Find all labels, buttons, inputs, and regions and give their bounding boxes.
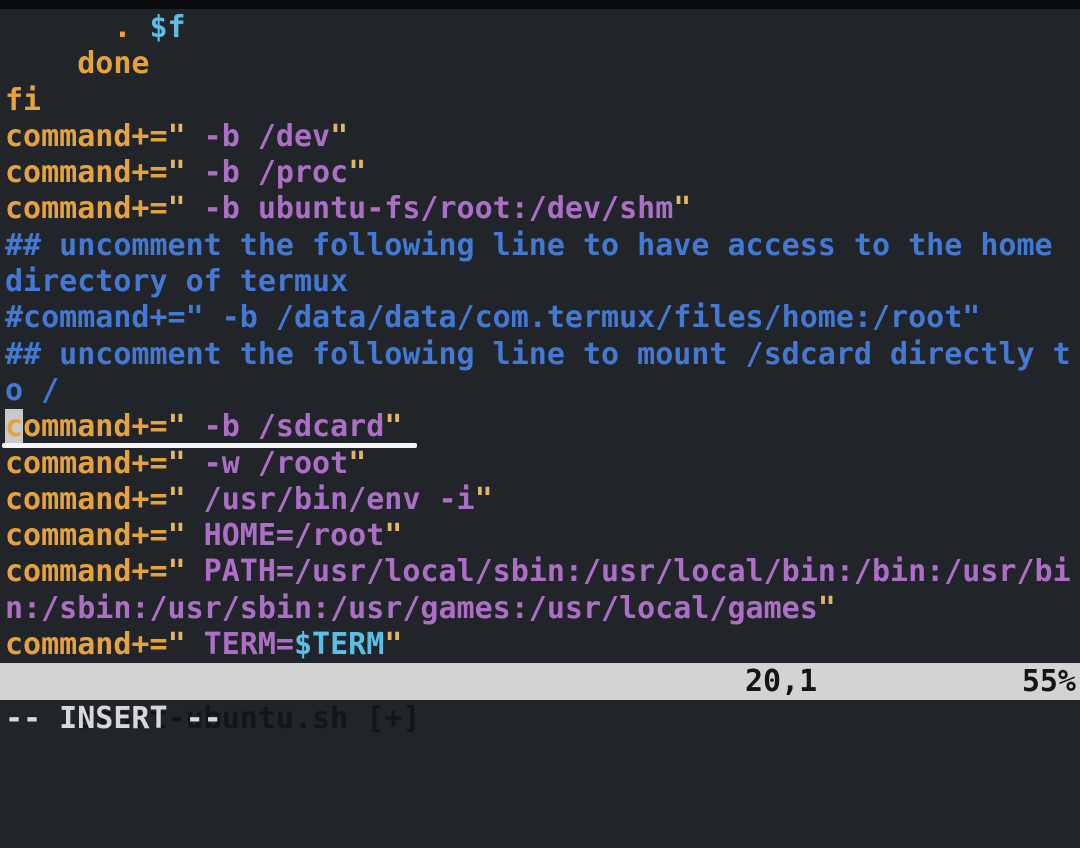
code-segment: PATH=/usr/local/sbin:/usr/local/bin:/bin… bbox=[186, 554, 1071, 589]
code-segment: " bbox=[168, 119, 186, 154]
code-segment: " bbox=[168, 518, 186, 553]
code-segment: " bbox=[168, 627, 186, 662]
code-segment: ## uncomment the following line to have … bbox=[5, 228, 1053, 263]
code-segment: command+= bbox=[5, 554, 168, 589]
code-segment: #command+=" -b /data/data/com.termux/fil… bbox=[5, 300, 980, 335]
code-segment bbox=[5, 46, 77, 81]
code-segment: $TERM bbox=[294, 627, 384, 662]
code-segment: o / bbox=[5, 373, 59, 408]
code-line[interactable]: command+=" -b /sdcard" bbox=[5, 409, 1080, 445]
code-line[interactable]: command+=" -b ubuntu-fs/root:/dev/shm" bbox=[5, 191, 1080, 227]
code-segment: " bbox=[384, 518, 402, 553]
code-line[interactable]: command+=" -b /proc" bbox=[5, 155, 1080, 191]
code-segment: fi bbox=[5, 83, 41, 118]
code-segment: " bbox=[384, 409, 402, 444]
code-line[interactable]: command+=" PATH=/usr/local/sbin:/usr/loc… bbox=[5, 554, 1080, 590]
code-line[interactable]: ## uncomment the following line to mount… bbox=[5, 337, 1080, 373]
code-segment: " bbox=[330, 119, 348, 154]
code-segment: " bbox=[384, 627, 402, 662]
code-segment: command+= bbox=[5, 627, 168, 662]
code-segment: TERM= bbox=[186, 627, 294, 662]
code-segment: " bbox=[348, 446, 366, 481]
code-line[interactable]: done bbox=[5, 46, 1080, 82]
statusline-percent: 55% bbox=[1022, 663, 1076, 700]
code-segment: command+= bbox=[5, 482, 168, 517]
code-line[interactable]: directory of termux bbox=[5, 264, 1080, 300]
code-segment: ommand+= bbox=[23, 409, 168, 444]
code-segment: " bbox=[475, 482, 493, 517]
code-line[interactable]: . $f bbox=[5, 10, 1080, 46]
code-segment: done bbox=[77, 46, 149, 81]
code-segment: " bbox=[168, 446, 186, 481]
code-segment: /usr/bin/env -i bbox=[186, 482, 475, 517]
code-line[interactable]: command+=" -w /root" bbox=[5, 446, 1080, 482]
code-line[interactable]: command+=" TERM=$TERM" bbox=[5, 627, 1080, 663]
code-line[interactable]: command+=" -b /dev" bbox=[5, 119, 1080, 155]
code-segment: " bbox=[818, 591, 836, 626]
code-segment: command+= bbox=[5, 119, 168, 154]
code-line[interactable]: o / bbox=[5, 373, 1080, 409]
code-segment: -b ubuntu-fs/root:/dev/shm bbox=[186, 191, 674, 226]
vim-buffer[interactable]: . $f doneficommand+=" -b /dev"command+="… bbox=[0, 9, 1080, 663]
code-segment bbox=[131, 10, 149, 45]
vim-mode-indicator: -- INSERT -- bbox=[0, 700, 1080, 737]
code-segment: -b /proc bbox=[186, 155, 349, 190]
code-segment: n:/sbin:/usr/sbin:/usr/games:/usr/local/… bbox=[5, 591, 818, 626]
top-strip bbox=[0, 0, 1080, 9]
code-segment: " bbox=[348, 155, 366, 190]
code-segment: directory of termux bbox=[5, 264, 348, 299]
vim-statusline: start-ubuntu.sh [+] 20,1 55% bbox=[0, 663, 1080, 700]
code-line[interactable]: #command+=" -b /data/data/com.termux/fil… bbox=[5, 300, 1080, 336]
code-segment: " bbox=[168, 482, 186, 517]
code-segment: -b /sdcard bbox=[186, 409, 385, 444]
code-line[interactable]: command+=" /usr/bin/env -i" bbox=[5, 482, 1080, 518]
code-line[interactable]: command+=" HOME=/root" bbox=[5, 518, 1080, 554]
code-segment: . bbox=[113, 10, 131, 45]
cursor: c bbox=[5, 409, 23, 444]
code-segment: " bbox=[168, 155, 186, 190]
code-segment: command+= bbox=[5, 191, 168, 226]
code-segment: " bbox=[673, 191, 691, 226]
code-segment: command+= bbox=[5, 446, 168, 481]
code-segment: ## uncomment the following line to mount… bbox=[5, 337, 1071, 372]
code-segment: HOME=/root bbox=[186, 518, 385, 553]
code-segment: $f bbox=[150, 10, 186, 45]
code-segment: command+= bbox=[5, 518, 168, 553]
code-line[interactable]: fi bbox=[5, 83, 1080, 119]
statusline-ruler: 20,1 bbox=[745, 663, 817, 700]
code-segment: " bbox=[168, 554, 186, 589]
code-line[interactable]: ## uncomment the following line to have … bbox=[5, 228, 1080, 264]
code-segment: " bbox=[168, 409, 186, 444]
terminal-screen: . $f doneficommand+=" -b /dev"command+="… bbox=[0, 0, 1080, 746]
code-segment: -w /root bbox=[186, 446, 349, 481]
code-segment: " bbox=[168, 191, 186, 226]
code-segment: -b /dev bbox=[186, 119, 331, 154]
code-segment: command+= bbox=[5, 155, 168, 190]
code-line[interactable]: n:/sbin:/usr/sbin:/usr/games:/usr/local/… bbox=[5, 591, 1080, 627]
code-segment bbox=[5, 10, 113, 45]
